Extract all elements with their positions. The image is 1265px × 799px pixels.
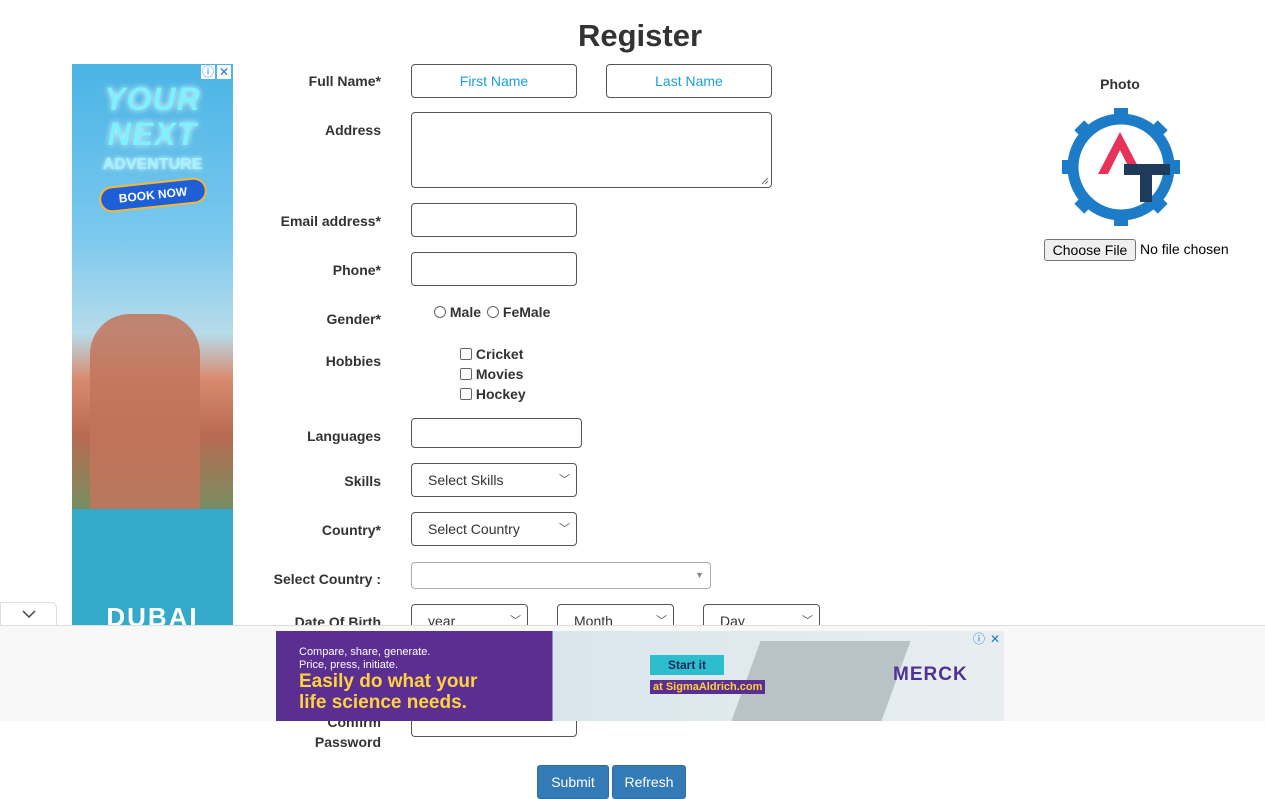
checkbox-icon[interactable]	[460, 348, 472, 360]
info-icon[interactable]: ⓘ	[972, 632, 986, 646]
skills-select[interactable]: Select Skills ﹀	[411, 463, 577, 497]
select-country-combobox[interactable]: ▼	[411, 562, 711, 589]
first-name-input[interactable]: First Name	[411, 64, 577, 98]
full-name-label: Full Name*	[308, 73, 381, 89]
ad-start-button[interactable]: Start it	[650, 655, 724, 675]
phone-input[interactable]	[411, 252, 577, 286]
skills-label: Skills	[344, 473, 381, 489]
ad-headline: YOUR NEXT	[104, 81, 201, 152]
caret-down-icon: ▼	[695, 570, 704, 580]
choose-file-button[interactable]: Choose File	[1044, 239, 1136, 261]
gender-female-radio[interactable]: FeMale	[487, 304, 550, 320]
ad-brand-logo: MERCK	[893, 664, 968, 685]
ad-collapse-button[interactable]	[0, 602, 57, 626]
ad-book-now-button[interactable]: BOOK NOW	[97, 176, 209, 214]
ad-hotel-image	[90, 314, 200, 514]
chevron-down-icon: ﹀	[559, 474, 570, 486]
languages-label: Languages	[307, 428, 381, 444]
photo-label: Photo	[1100, 76, 1140, 92]
gender-female-label: FeMale	[502, 304, 551, 320]
close-icon[interactable]: ✕	[988, 632, 1002, 646]
chevron-down-icon	[21, 610, 36, 619]
resize-handle-icon[interactable]	[761, 177, 769, 185]
hobby-cricket-checkbox[interactable]: Cricket	[460, 346, 523, 362]
country-label: Country*	[321, 522, 381, 538]
select-country-label: Select Country :	[273, 571, 381, 587]
ad-headline: Easily do what your life science needs.	[299, 671, 478, 713]
email-input[interactable]	[411, 203, 577, 237]
ad-tagline: Compare, share, generate. Price, press, i…	[299, 646, 431, 671]
left-ad-banner[interactable]: YOUR NEXT ADVENTURE BOOK NOW DUBAI	[72, 64, 233, 626]
skills-select-value: Select Skills	[428, 472, 504, 488]
close-icon[interactable]: ✕	[217, 65, 231, 79]
gender-male-radio[interactable]: Male	[434, 304, 481, 320]
country-select[interactable]: Select Country ﹀	[411, 512, 577, 546]
country-select-value: Select Country	[428, 521, 520, 537]
chevron-down-icon: ﹀	[559, 523, 570, 535]
photo-logo-image	[1062, 108, 1180, 226]
hobby-movies-checkbox[interactable]: Movies	[460, 366, 523, 382]
hobbies-label: Hobbies	[325, 353, 381, 369]
address-label: Address	[324, 122, 381, 138]
gender-male-label: Male	[449, 304, 482, 320]
hobby-hockey-checkbox[interactable]: Hockey	[460, 386, 526, 402]
info-icon[interactable]: ⓘ	[201, 65, 215, 79]
file-status-text: No file chosen	[1140, 241, 1229, 257]
ad-site-link[interactable]: at SigmaAldrich.com	[650, 680, 766, 694]
page-title: Register	[577, 18, 703, 53]
hobby-hockey-label: Hockey	[475, 386, 526, 402]
address-textarea[interactable]	[411, 112, 772, 188]
radio-icon[interactable]	[487, 306, 499, 318]
ad-subheadline: ADVENTURE	[102, 156, 203, 173]
last-name-input[interactable]: Last Name	[606, 64, 772, 98]
hobby-cricket-label: Cricket	[475, 346, 524, 362]
email-label: Email address*	[280, 213, 381, 229]
ad-brand-logo: DUBAI	[106, 602, 199, 626]
gender-label: Gender*	[326, 311, 381, 327]
checkbox-icon[interactable]	[460, 368, 472, 380]
submit-button[interactable]: Submit	[537, 765, 609, 799]
hobby-movies-label: Movies	[475, 366, 524, 382]
languages-multiselect[interactable]	[411, 418, 582, 448]
refresh-button[interactable]: Refresh	[612, 765, 686, 799]
phone-label: Phone*	[332, 262, 381, 278]
bottom-ad-banner[interactable]: Compare, share, generate. Price, press, i…	[276, 631, 1004, 721]
checkbox-icon[interactable]	[460, 388, 472, 400]
radio-icon[interactable]	[434, 306, 446, 318]
